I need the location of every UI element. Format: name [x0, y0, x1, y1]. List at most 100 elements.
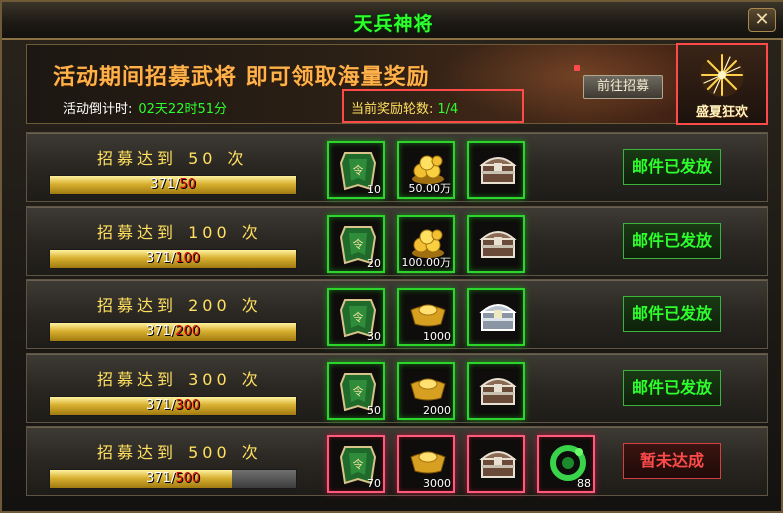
row-target-count: 50	[179, 149, 226, 168]
row-title-suffix: 次	[241, 443, 262, 463]
reward-slot[interactable]	[467, 141, 525, 199]
round-value: 1/4	[437, 102, 459, 117]
round-label: 当前奖励轮数:	[351, 102, 434, 117]
reward-slot[interactable]: 令 70	[327, 435, 385, 494]
reward-quantity: 70	[367, 477, 381, 491]
reward-slot[interactable]: 1000	[397, 288, 455, 347]
progress-target: 300	[175, 397, 201, 413]
reward-row: 招募达到 500 次 371/500 令 70 3000 88 暂未达成	[26, 426, 768, 497]
title-bar: 天兵神将 ✕	[2, 2, 783, 40]
row-title-suffix: 次	[241, 222, 262, 242]
window-title: 天兵神将	[353, 13, 434, 35]
reward-slot[interactable]: 50.00万	[397, 141, 455, 199]
event-banner: 活动期间招募武将 即可领取海量奖励 活动倒计时: 02天22时51分 当前奖励轮数…	[26, 44, 768, 124]
goto-recruit-button[interactable]: 前往招募	[583, 75, 663, 99]
row-title-prefix: 招募达到	[97, 369, 178, 389]
progress-text: 371/300	[50, 398, 296, 413]
reward-row: 招募达到 300 次 371/300 令 50 2000 邮件已发放	[26, 352, 768, 423]
progress-current: 371/	[145, 471, 176, 487]
progress-text: 371/100	[50, 251, 296, 266]
progress-current: 371/	[145, 324, 176, 340]
reward-slot[interactable]	[467, 214, 525, 273]
summer-carnival-button[interactable]: 盛夏狂欢	[676, 43, 768, 125]
svg-text:令: 令	[353, 237, 364, 251]
progress-text: 371/500	[50, 471, 296, 486]
row-target-count: 300	[179, 369, 240, 389]
progress-bar: 371/100	[49, 248, 297, 269]
row-title: 招募达到 500 次	[97, 439, 262, 463]
reward-slot[interactable]	[467, 435, 525, 494]
row-target-count: 200	[179, 296, 240, 316]
svg-text:令: 令	[353, 310, 364, 324]
reward-quantity: 20	[367, 256, 381, 270]
reward-slot[interactable]: 令 20	[327, 214, 385, 273]
reward-slot[interactable]: 令 10	[327, 141, 385, 199]
progress-target: 500	[175, 471, 201, 487]
reward-quantity: 30	[367, 330, 381, 344]
countdown: 活动倒计时: 02天22时51分	[63, 98, 227, 117]
progress-bar: 371/500	[49, 469, 297, 490]
summer-carnival-label: 盛夏狂欢	[695, 105, 748, 120]
reward-row: 招募达到 50 次 371/50 令 10 50.00万 邮件已发放	[26, 132, 768, 202]
reward-quantity: 100.00万	[401, 255, 452, 269]
close-icon: ✕	[754, 9, 770, 30]
progress-current: 371/	[145, 250, 176, 266]
event-headline: 活动期间招募武将 即可领取海量奖励	[53, 65, 430, 90]
countdown-value: 02天22时51分	[138, 102, 228, 117]
reward-quantity: 50	[367, 403, 381, 417]
row-title: 招募达到 200 次	[97, 292, 262, 316]
progress-bar: 371/50	[49, 175, 297, 195]
reward-quantity: 88	[577, 477, 591, 491]
reward-slot[interactable]	[467, 361, 525, 420]
status-mail-sent-button[interactable]: 邮件已发放	[623, 222, 721, 259]
progress-target: 50	[179, 177, 196, 192]
progress-text: 371/200	[50, 324, 296, 339]
row-target-count: 100	[179, 222, 240, 242]
row-title-prefix: 招募达到	[97, 443, 178, 463]
progress-text: 371/50	[50, 177, 296, 192]
progress-target: 100	[175, 250, 201, 266]
notification-dot	[574, 65, 580, 71]
reward-slot[interactable]	[467, 288, 525, 347]
svg-text:令: 令	[353, 384, 364, 398]
row-title-suffix: 次	[241, 369, 262, 389]
svg-text:令: 令	[353, 457, 364, 471]
reward-quantity: 1000	[423, 330, 451, 344]
reward-row: 招募达到 200 次 371/200 令 30 1000 邮件已发放	[26, 279, 768, 350]
row-title: 招募达到 50 次	[97, 145, 248, 169]
row-title-prefix: 招募达到	[97, 296, 178, 316]
reward-quantity: 50.00万	[408, 182, 452, 195]
event-window: 天兵神将 ✕ 活动期间招募武将 即可领取海量奖励 活动倒计时: 02天22时51分…	[0, 0, 783, 513]
row-title-prefix: 招募达到	[97, 149, 178, 168]
reward-slot[interactable]: 88	[537, 435, 595, 494]
fireworks-icon	[700, 53, 744, 97]
progress-target: 200	[175, 324, 201, 340]
progress-current: 371/	[150, 177, 180, 192]
row-title-suffix: 次	[241, 296, 262, 316]
progress-current: 371/	[145, 397, 176, 413]
status-mail-sent-button[interactable]: 邮件已发放	[623, 296, 721, 333]
progress-bar: 371/200	[49, 322, 297, 343]
reward-slot[interactable]: 2000	[397, 361, 455, 420]
row-title: 招募达到 300 次	[97, 366, 262, 390]
row-target-count: 500	[179, 443, 240, 463]
close-button[interactable]: ✕	[748, 8, 776, 32]
reward-slot[interactable]: 3000	[397, 435, 455, 494]
status-mail-sent-button[interactable]: 邮件已发放	[623, 149, 721, 185]
svg-text:令: 令	[353, 163, 364, 177]
countdown-label: 活动倒计时:	[63, 102, 133, 117]
progress-bar: 371/300	[49, 395, 297, 416]
reward-quantity: 3000	[423, 477, 451, 491]
reward-slot[interactable]: 令 30	[327, 288, 385, 347]
status-not-reached-button[interactable]: 暂未达成	[623, 443, 721, 480]
reward-quantity: 10	[367, 183, 381, 196]
status-mail-sent-button[interactable]: 邮件已发放	[623, 369, 721, 406]
reward-slot[interactable]: 100.00万	[397, 214, 455, 273]
row-title-suffix: 次	[227, 149, 248, 168]
reward-slot[interactable]: 令 50	[327, 361, 385, 420]
row-title-prefix: 招募达到	[97, 222, 178, 242]
row-title: 招募达到 100 次	[97, 219, 262, 243]
reward-quantity: 2000	[423, 403, 451, 417]
reward-round: 当前奖励轮数: 1/4	[351, 98, 458, 117]
reward-row: 招募达到 100 次 371/100 令 20 100.00万 邮件已发放	[26, 205, 768, 276]
